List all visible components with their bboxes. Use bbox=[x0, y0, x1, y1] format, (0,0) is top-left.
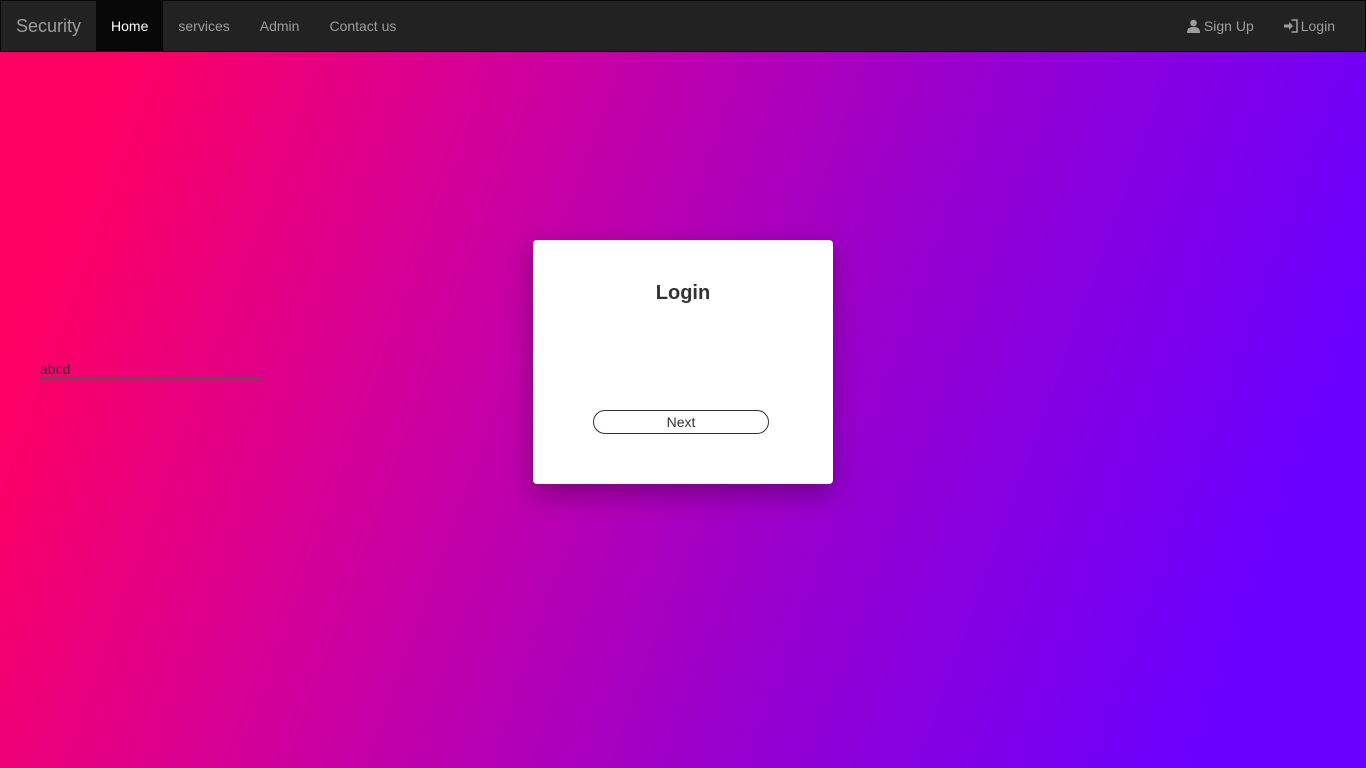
top-navbar: Security Home services Admin Contact us … bbox=[0, 0, 1366, 52]
login-card: Login Next bbox=[533, 240, 833, 484]
nav-item-sign-up[interactable]: Sign Up bbox=[1172, 1, 1269, 51]
login-title: Login bbox=[655, 282, 711, 304]
nav-item-contact-us[interactable]: Contact us bbox=[314, 1, 411, 51]
nav-item-services[interactable]: services bbox=[163, 1, 244, 51]
nav-item-admin[interactable]: Admin bbox=[245, 1, 315, 51]
log-in-icon bbox=[1283, 19, 1298, 33]
nav-item-home[interactable]: Home bbox=[96, 1, 164, 51]
login-nav-label: Login bbox=[1300, 18, 1335, 34]
user-icon bbox=[1187, 19, 1201, 33]
nav-left: Home services Admin Contact us bbox=[96, 1, 411, 51]
nav-right: Sign Up Login bbox=[1172, 1, 1350, 51]
nav-item-login[interactable]: Login bbox=[1269, 1, 1350, 51]
next-button[interactable]: Next bbox=[593, 410, 769, 434]
brand-logo[interactable]: Security bbox=[1, 1, 96, 51]
sign-up-label: Sign Up bbox=[1203, 18, 1254, 34]
username-input[interactable] bbox=[39, 360, 261, 380]
